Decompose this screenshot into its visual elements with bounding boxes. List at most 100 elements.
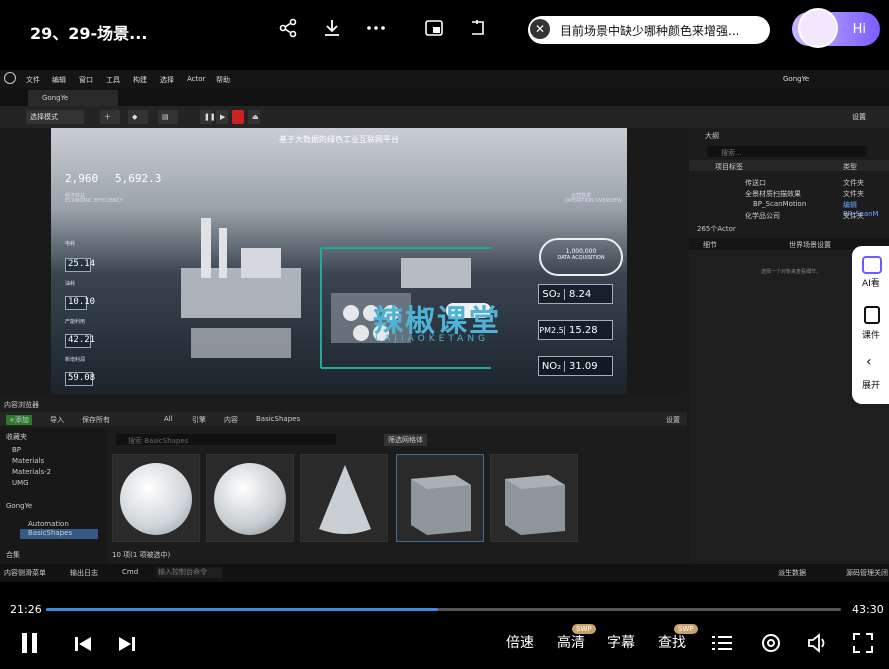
tree-basicshapes[interactable]: BasicShapes bbox=[20, 529, 98, 539]
asset-cube-2[interactable] bbox=[490, 454, 578, 542]
derived-data-button[interactable]: 派生数据 bbox=[778, 568, 806, 578]
cast-icon[interactable] bbox=[466, 16, 490, 40]
more-icon[interactable] bbox=[364, 16, 388, 40]
console-input[interactable]: 输入控制台命令 bbox=[156, 567, 222, 578]
metric-2-value: 10.10 bbox=[65, 296, 95, 310]
source-control-button[interactable]: 源码管理关闭 bbox=[846, 568, 888, 578]
progress-bar[interactable] bbox=[46, 608, 841, 611]
eject-icon[interactable]: ⏏ bbox=[248, 110, 260, 124]
chevron-left-icon[interactable]: ‹ bbox=[866, 354, 872, 370]
cb-sources: 收藏夹 BP Materials Materials-2 UMG GongYe … bbox=[0, 428, 106, 578]
asset-sphere[interactable] bbox=[112, 454, 200, 542]
outliner-row[interactable]: BP_ScanMotion 编辑BP_ScanM bbox=[689, 198, 889, 218]
ai-view-icon[interactable] bbox=[862, 256, 882, 274]
outliner-search[interactable]: 搜索... bbox=[707, 146, 867, 157]
filter-chip[interactable]: 筛选网格体 bbox=[384, 434, 427, 446]
asset-cone[interactable] bbox=[300, 454, 388, 542]
level-tab[interactable]: GongYe bbox=[28, 90, 118, 106]
hi-label: Hi bbox=[852, 21, 866, 37]
level-viewport[interactable]: 基于大数据的绿色工业互联网平台 经济效益 ECONOMIC EFFICIENCY… bbox=[51, 128, 627, 394]
quality-button[interactable]: 高清 bbox=[557, 632, 585, 652]
no2-metric: NO₂ 31.09 bbox=[538, 356, 613, 376]
no2-name: NO₂ bbox=[539, 360, 565, 372]
stop-icon[interactable] bbox=[232, 110, 244, 124]
outliner-row[interactable]: 化学品公司 文件夹 bbox=[689, 209, 889, 220]
save-all-button[interactable]: 保存所有 bbox=[82, 415, 110, 425]
previous-icon[interactable] bbox=[74, 635, 92, 657]
menu-file[interactable]: 文件 bbox=[26, 75, 40, 85]
cinematics-icon[interactable]: ▤ bbox=[158, 110, 178, 124]
assistant-avatar[interactable] bbox=[798, 8, 838, 48]
breadcrumb-basicshapes[interactable]: BasicShapes bbox=[256, 415, 300, 423]
fullscreen-icon[interactable] bbox=[852, 632, 874, 658]
folder-umg[interactable]: UMG bbox=[12, 479, 29, 487]
video-title: 29、29-场景... bbox=[30, 24, 148, 43]
metric-1-value: 25.14 bbox=[65, 258, 95, 272]
content-drawer-button[interactable]: 内容侧滑菜单 bbox=[4, 568, 46, 578]
menu-help[interactable]: 帮助 bbox=[216, 75, 230, 85]
import-button[interactable]: 导入 bbox=[50, 415, 64, 425]
pause-button[interactable] bbox=[20, 632, 40, 658]
settings-icon[interactable] bbox=[760, 632, 782, 658]
expand-label[interactable]: 展开 bbox=[862, 378, 880, 391]
cb-settings[interactable]: 设置 bbox=[666, 415, 680, 425]
add-actor-icon[interactable]: ＋ bbox=[100, 110, 120, 124]
pm25-metric: PM2.5 15.28 bbox=[538, 320, 613, 340]
menu-bar: 文件 编辑 窗口 工具 构建 选择 Actor 帮助 GongYe bbox=[0, 70, 889, 88]
toolbar-settings[interactable]: 设置 bbox=[852, 112, 866, 122]
breadcrumb-all[interactable]: All bbox=[164, 415, 173, 423]
folder-bp[interactable]: BP bbox=[12, 446, 21, 454]
folder-materials-2[interactable]: Materials-2 bbox=[12, 468, 51, 476]
watermark-sub: LAJIAOKETANG bbox=[375, 334, 490, 344]
metric-4-value: 59.08 bbox=[65, 372, 95, 386]
pause-icon[interactable]: ❚❚ bbox=[200, 110, 216, 124]
tree-automation[interactable]: Automation bbox=[28, 520, 69, 528]
asset-sphere-2[interactable] bbox=[206, 454, 294, 542]
cmd-dropdown[interactable]: Cmd bbox=[122, 568, 138, 576]
add-button[interactable]: +添加 bbox=[6, 415, 32, 425]
menu-actor[interactable]: Actor bbox=[187, 75, 205, 83]
project-label[interactable]: GongYe bbox=[6, 502, 32, 510]
asset-cube[interactable] bbox=[396, 454, 484, 542]
share-icon[interactable] bbox=[276, 16, 300, 40]
blueprint-icon[interactable]: ◆ bbox=[128, 110, 148, 124]
breadcrumb-engine[interactable]: 引擎 bbox=[192, 415, 206, 425]
volume-icon[interactable] bbox=[807, 632, 829, 658]
outliner-row[interactable]: 传送口 文件夹 bbox=[689, 176, 889, 187]
tab-details[interactable]: 细节 bbox=[703, 240, 717, 250]
subtitle-button[interactable]: 字幕 bbox=[607, 632, 635, 652]
playlist-icon[interactable] bbox=[712, 634, 732, 656]
close-icon[interactable]: ✕ bbox=[530, 19, 550, 39]
tab-world-settings[interactable]: 世界场景设置 bbox=[789, 240, 831, 250]
search-button[interactable]: 查找 bbox=[658, 632, 686, 652]
progress-fill bbox=[46, 608, 438, 611]
download-icon[interactable] bbox=[320, 16, 344, 40]
next-icon[interactable] bbox=[118, 635, 136, 657]
outliner-row[interactable]: 全景材质扫描效果 文件夹 bbox=[689, 187, 889, 198]
menu-build[interactable]: 构建 bbox=[133, 75, 147, 85]
courseware-icon[interactable] bbox=[864, 306, 880, 324]
speed-button[interactable]: 倍速 bbox=[506, 632, 534, 652]
dashboard-title: 基于大数据的绿色工业互联网平台 bbox=[279, 135, 399, 144]
data-acquisition-badge: 1,000,000 DATA ACQUISITION bbox=[539, 238, 623, 276]
menu-window[interactable]: 窗口 bbox=[79, 75, 93, 85]
menu-tools[interactable]: 工具 bbox=[106, 75, 120, 85]
collections-label[interactable]: 合集 bbox=[6, 550, 20, 560]
breadcrumb-content[interactable]: 内容 bbox=[224, 415, 238, 425]
menu-edit[interactable]: 编辑 bbox=[52, 75, 66, 85]
picture-in-picture-icon[interactable] bbox=[422, 16, 446, 40]
top-bar: 29、29-场景... 目前场景中缺少哪种颜色来增强... ✕ Hi bbox=[0, 0, 889, 62]
favorites-label[interactable]: 收藏夹 bbox=[6, 432, 27, 442]
folder-materials[interactable]: Materials bbox=[12, 457, 44, 465]
mode-select-dropdown[interactable]: 选择模式 bbox=[26, 110, 84, 124]
menu-select[interactable]: 选择 bbox=[160, 75, 174, 85]
cb-search-input[interactable]: 搜索 BasicShapes bbox=[116, 434, 336, 445]
col-type[interactable]: 类型 bbox=[843, 162, 857, 172]
ai-view-label[interactable]: AI看 bbox=[862, 276, 880, 289]
ai-question-chip[interactable]: 目前场景中缺少哪种颜色来增强... bbox=[528, 16, 770, 44]
output-log-button[interactable]: 输出日志 bbox=[70, 568, 98, 578]
col-label[interactable]: 项目标签 bbox=[715, 162, 743, 172]
courseware-label[interactable]: 课件 bbox=[862, 328, 880, 341]
step-icon[interactable]: ▶ bbox=[216, 110, 228, 124]
row-type: 文件夹 bbox=[843, 212, 864, 220]
